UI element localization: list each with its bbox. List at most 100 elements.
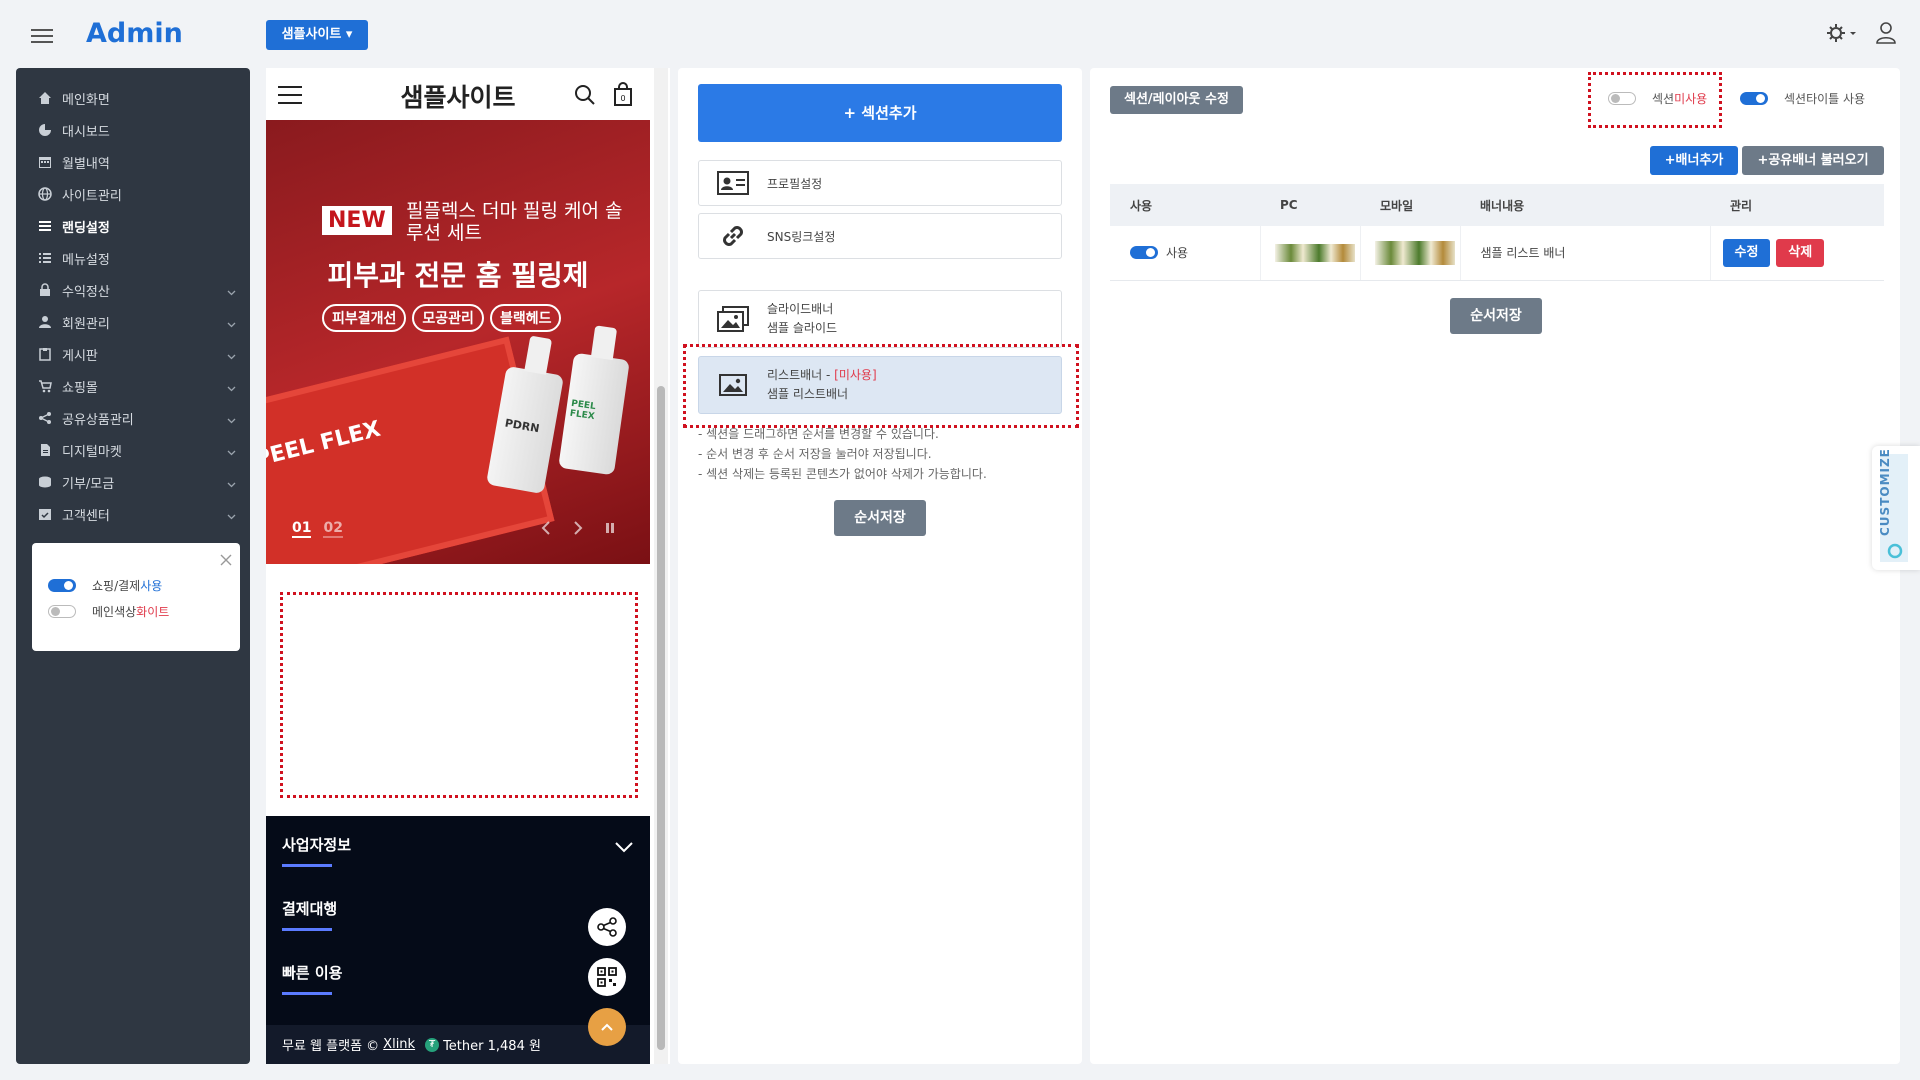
banner-use-toggle[interactable] <box>1130 245 1158 259</box>
sidebar-item-monthly[interactable]: 월별내역 <box>16 146 250 178</box>
sidebar-item-menu[interactable]: 메뉴설정 <box>16 242 250 274</box>
quick-settings-card: 쇼핑/결제 사용 메인색상 화이트 <box>32 543 240 651</box>
slide-page-current[interactable]: 01 <box>292 520 312 538</box>
chevron-down-icon <box>227 317 236 332</box>
slide-page-next[interactable]: 02 <box>323 520 343 538</box>
sidebar-item-dashboard[interactable]: 대시보드 <box>16 114 250 146</box>
xlink-link[interactable]: Xlink <box>383 1037 415 1052</box>
sidebar-item-board[interactable]: 게시판 <box>16 338 250 370</box>
add-section-button[interactable]: + 섹션추가 <box>698 84 1062 142</box>
search-icon[interactable] <box>574 84 596 110</box>
footer-divider <box>282 928 332 931</box>
footer-divider <box>282 992 332 995</box>
slide-banner[interactable]: PEEL FLEX PDRN PEEL FLEX NEW 필플렉스 더마 필링 … <box>266 120 650 564</box>
close-icon[interactable] <box>220 551 232 570</box>
main-color-toggle-row: 메인색상 화이트 <box>48 603 169 620</box>
column-header: 배너내용 <box>1460 184 1710 226</box>
sidebar-item-digital-market[interactable]: 디지털마켓 <box>16 434 250 466</box>
selected-section-highlight <box>683 344 1079 428</box>
globe-icon <box>38 187 52 201</box>
shopping-toggle[interactable] <box>48 579 76 592</box>
link-icon <box>717 223 749 249</box>
user-account-icon[interactable] <box>1876 22 1896 44</box>
section-item-sns-link[interactable]: SNS링크설정 <box>698 213 1062 259</box>
chevron-down-icon <box>227 413 236 428</box>
prev-icon[interactable] <box>540 520 552 540</box>
qr-code-button[interactable] <box>588 958 626 996</box>
sidebar-item-main[interactable]: 메인화면 <box>16 82 250 114</box>
load-shared-banner-button[interactable]: +공유배너 불러오기 <box>1742 146 1884 175</box>
banner-table: 사용 PC 모바일 배너내용 관리 사용 샘플 리스트 배너 수정 삭제 <box>1110 184 1884 281</box>
shopping-toggle-row: 쇼핑/결제 사용 <box>48 577 162 594</box>
edit-layout-button[interactable]: 섹션/레이아웃 수정 <box>1110 86 1243 114</box>
list-banner-placeholder <box>280 592 638 798</box>
scroll-top-button[interactable] <box>588 1008 626 1046</box>
pc-banner-thumbnail[interactable] <box>1274 243 1355 262</box>
pause-icon[interactable] <box>604 520 616 540</box>
footer-quick-use[interactable]: 빠른 이용 <box>282 962 342 983</box>
section-item-profile[interactable]: 프로필설정 <box>698 160 1062 206</box>
section-toggle-highlight <box>1588 72 1722 128</box>
sidebar: 메인화면 대시보드 월별내역 사이트관리 랜딩설정 메뉴설정 수익정산 회원관리… <box>16 68 250 1064</box>
svg-text:0: 0 <box>620 94 625 103</box>
next-icon[interactable] <box>572 520 584 540</box>
chevron-down-icon <box>227 509 236 524</box>
tether-icon: ₮ <box>425 1037 440 1052</box>
footer-divider <box>282 864 332 867</box>
logo[interactable]: Admin <box>86 18 183 49</box>
banner-subtitle: 필플렉스 더마 필링 케어 솔루션 세트 <box>406 200 623 244</box>
preview-scrollbar[interactable] <box>654 68 668 1064</box>
add-banner-button[interactable]: +배너추가 <box>1650 146 1738 175</box>
chevron-down-icon[interactable] <box>614 838 634 857</box>
lock-icon <box>38 283 52 297</box>
share-button[interactable] <box>588 908 626 946</box>
footer-payment[interactable]: 결제대행 <box>282 898 337 919</box>
list-banner-panel: 섹션/레이아웃 수정 섹션 미사용 섹션타이틀 사용 +배너추가 +공유배너 불… <box>1090 68 1900 1064</box>
section-item-slide-banner[interactable]: 슬라이드배너 샘플 슬라이드 <box>698 290 1062 348</box>
table-row[interactable]: 사용 샘플 리스트 배너 수정 삭제 <box>1110 226 1884 281</box>
calendar-check-icon <box>38 507 52 521</box>
banner-tags: 피부결개선 모공관리 블랙헤드 <box>322 304 562 332</box>
sidebar-item-site[interactable]: 사이트관리 <box>16 178 250 210</box>
images-icon <box>717 306 749 332</box>
mobile-preview: 샘플사이트 0 PEEL FLEX PDRN PEEL FLEX NEW 필플렉… <box>266 68 670 1064</box>
file-icon <box>38 443 52 457</box>
column-header: 사용 <box>1110 184 1260 226</box>
shopping-bag-icon[interactable]: 0 <box>613 82 633 110</box>
home-icon <box>38 91 52 105</box>
sidebar-item-donation[interactable]: 기부/모금 <box>16 466 250 498</box>
chevron-down-icon <box>227 349 236 364</box>
mobile-banner-thumbnail[interactable] <box>1374 240 1455 265</box>
sidebar-item-shared-products[interactable]: 공유상품관리 <box>16 402 250 434</box>
calendar-icon <box>38 155 52 169</box>
banner-content: 샘플 리스트 배너 <box>1460 226 1711 281</box>
section-order-save-button[interactable]: 순서저장 <box>834 500 926 536</box>
section-title-toggle[interactable] <box>1740 92 1768 105</box>
share-icon <box>38 411 52 425</box>
site-select-dropdown[interactable]: 샘플사이트 ▾ <box>266 20 368 50</box>
banner-tag: 모공관리 <box>412 304 484 332</box>
footer-business-info[interactable]: 사업자정보 <box>282 834 351 855</box>
theme-gear-icon[interactable] <box>1826 23 1858 43</box>
sidebar-item-landing[interactable]: 랜딩설정 <box>16 210 250 242</box>
chevron-down-icon <box>227 477 236 492</box>
customize-tab[interactable]: CUSTOMIZE <box>1872 446 1920 570</box>
hamburger-menu-icon[interactable] <box>31 29 53 43</box>
database-icon <box>38 475 52 489</box>
scrollbar-thumb[interactable] <box>657 386 665 1050</box>
chevron-down-icon <box>227 445 236 460</box>
sidebar-item-shop[interactable]: 쇼핑몰 <box>16 370 250 402</box>
profile-card-icon <box>717 170 749 196</box>
sidebar-item-support[interactable]: 고객센터 <box>16 498 250 530</box>
top-icons <box>1826 22 1896 44</box>
list-icon <box>38 219 52 233</box>
delete-button[interactable]: 삭제 <box>1776 238 1825 267</box>
main-color-toggle[interactable] <box>48 605 76 618</box>
chevron-down-icon <box>227 381 236 396</box>
sidebar-item-revenue[interactable]: 수익정산 <box>16 274 250 306</box>
banner-tag: 블랙헤드 <box>489 304 562 332</box>
edit-button[interactable]: 수정 <box>1722 238 1771 267</box>
clipboard-icon <box>38 347 52 361</box>
banner-order-save-button[interactable]: 순서저장 <box>1450 298 1542 334</box>
sidebar-item-members[interactable]: 회원관리 <box>16 306 250 338</box>
